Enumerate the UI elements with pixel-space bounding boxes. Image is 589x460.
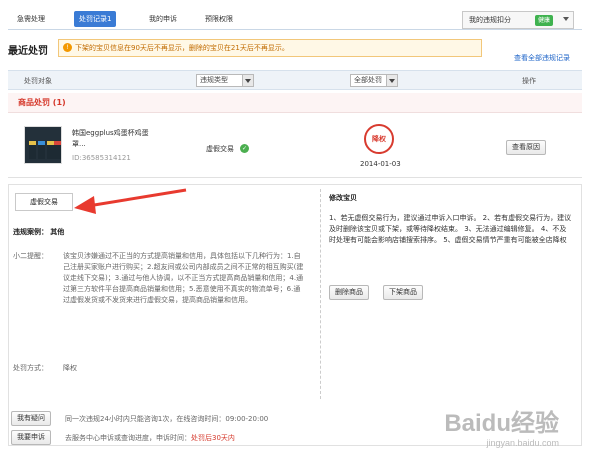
- case-value: 其他: [50, 228, 65, 236]
- appeal-button[interactable]: 我要申诉: [11, 430, 51, 445]
- score-label: 我的违规扣分: [469, 16, 511, 24]
- category-heading: 商品处罚 (1): [8, 93, 582, 113]
- view-reason-button[interactable]: 查看原因: [506, 140, 546, 155]
- penalty-status-value: 全部处罚: [354, 76, 382, 84]
- header-action: 操作: [522, 77, 536, 85]
- detail-tab[interactable]: 虚假交易: [15, 193, 73, 211]
- tip-text: 该宝贝涉嫌通过不正当的方式提高销量和信用，具体包括以下几种行为：1.自己注册买家…: [63, 252, 304, 304]
- tab-my-appeals[interactable]: 我的申诉: [144, 11, 182, 27]
- case-label: 违规案例：: [13, 228, 48, 236]
- baidu-watermark: Baidu经验 jingyan.baidu.com: [444, 403, 559, 448]
- fix-item-title: 修改宝贝: [329, 194, 357, 202]
- header-object: 处罚对象: [24, 77, 52, 85]
- chevron-down-icon: [242, 75, 253, 86]
- penalty-date: 2014-01-03: [360, 160, 401, 168]
- section-title: 最近处罚: [8, 46, 48, 57]
- watermark-brand: Baidu经验: [444, 410, 559, 437]
- arrow-shaft: [87, 188, 187, 208]
- arrow-head: [74, 196, 96, 214]
- chevron-down-icon: [563, 17, 569, 21]
- product-thumbnail[interactable]: [24, 126, 62, 164]
- info-icon: !: [63, 43, 72, 52]
- violation-type-select[interactable]: 违规类型: [196, 74, 254, 87]
- delete-item-button[interactable]: 删除商品: [329, 285, 369, 300]
- penalty-method-value: 降权: [63, 364, 77, 372]
- notice-text: 下架的宝贝信息在90天后不再显示，删除的宝贝在21天后不再显示。: [75, 44, 289, 52]
- violation-score-dropdown[interactable]: 我的违规扣分 健康: [462, 11, 574, 29]
- tab-urgent[interactable]: 急需处理: [12, 11, 50, 27]
- product-image-shape: [54, 141, 61, 159]
- ask-note: 同一次违规24小时内只能咨询1次，在线咨询时间：09:00-20:00: [65, 415, 269, 423]
- violation-type-value: 违规类型: [200, 76, 228, 84]
- violation-type: 虚假交易: [206, 145, 234, 153]
- tab-penalty-records[interactable]: 处罚记录1: [74, 11, 117, 27]
- penalty-stamp: 降权: [364, 124, 394, 154]
- product-id: ID:36585314121: [72, 154, 131, 162]
- notice-banner: ! 下架的宝贝信息在90天后不再显示，删除的宝贝在21天后不再显示。: [58, 39, 482, 57]
- product-name-link[interactable]: 韩国eggplus鸡蛋杯鸡蛋罩...: [72, 128, 152, 150]
- fix-item-text: 1、若无虚假交易行为，建议通过申诉入口申诉。 2、若有虚假交易行为，建议及时删除…: [329, 214, 572, 244]
- tab-restricted-permissions[interactable]: 预限权限: [200, 11, 238, 27]
- offline-item-button[interactable]: 下架商品: [383, 285, 423, 300]
- watermark-url: jingyan.baidu.com: [486, 438, 559, 448]
- penalty-method-label: 处罚方式：: [13, 364, 48, 372]
- product-image-shape: [38, 141, 45, 159]
- table-header: 处罚对象 违规类型 全部处罚 操作: [8, 70, 582, 90]
- appeal-text: 去服务中心申诉或查询进度，申诉时间：: [65, 434, 191, 442]
- check-icon: ✓: [240, 144, 249, 153]
- panel-divider: [320, 189, 321, 399]
- product-image-shape: [29, 141, 36, 159]
- top-tab-bar: 急需处理 处罚记录1 我的申诉 预限权限 我的违规扣分 健康: [8, 10, 582, 30]
- table-row: 韩国eggplus鸡蛋杯鸡蛋罩... ID:36585314121 虚假交易 ✓…: [8, 116, 582, 178]
- product-image-shape: [47, 141, 54, 159]
- case-line: 违规案例： 其他: [13, 227, 64, 237]
- tip-label: 小二提醒：: [13, 252, 48, 260]
- view-all-link[interactable]: 查看全部违规记录: [514, 53, 570, 63]
- status-badge: 健康: [535, 15, 554, 26]
- annotation-arrow: [74, 188, 187, 214]
- appeal-deadline: 处罚后30天内: [191, 434, 235, 442]
- ask-question-button[interactable]: 我有疑问: [11, 411, 51, 426]
- appeal-note: 去服务中心申诉或查询进度，申诉时间：处罚后30天内: [65, 433, 235, 444]
- chevron-down-icon: [386, 75, 397, 86]
- penalty-status-select[interactable]: 全部处罚: [350, 74, 398, 87]
